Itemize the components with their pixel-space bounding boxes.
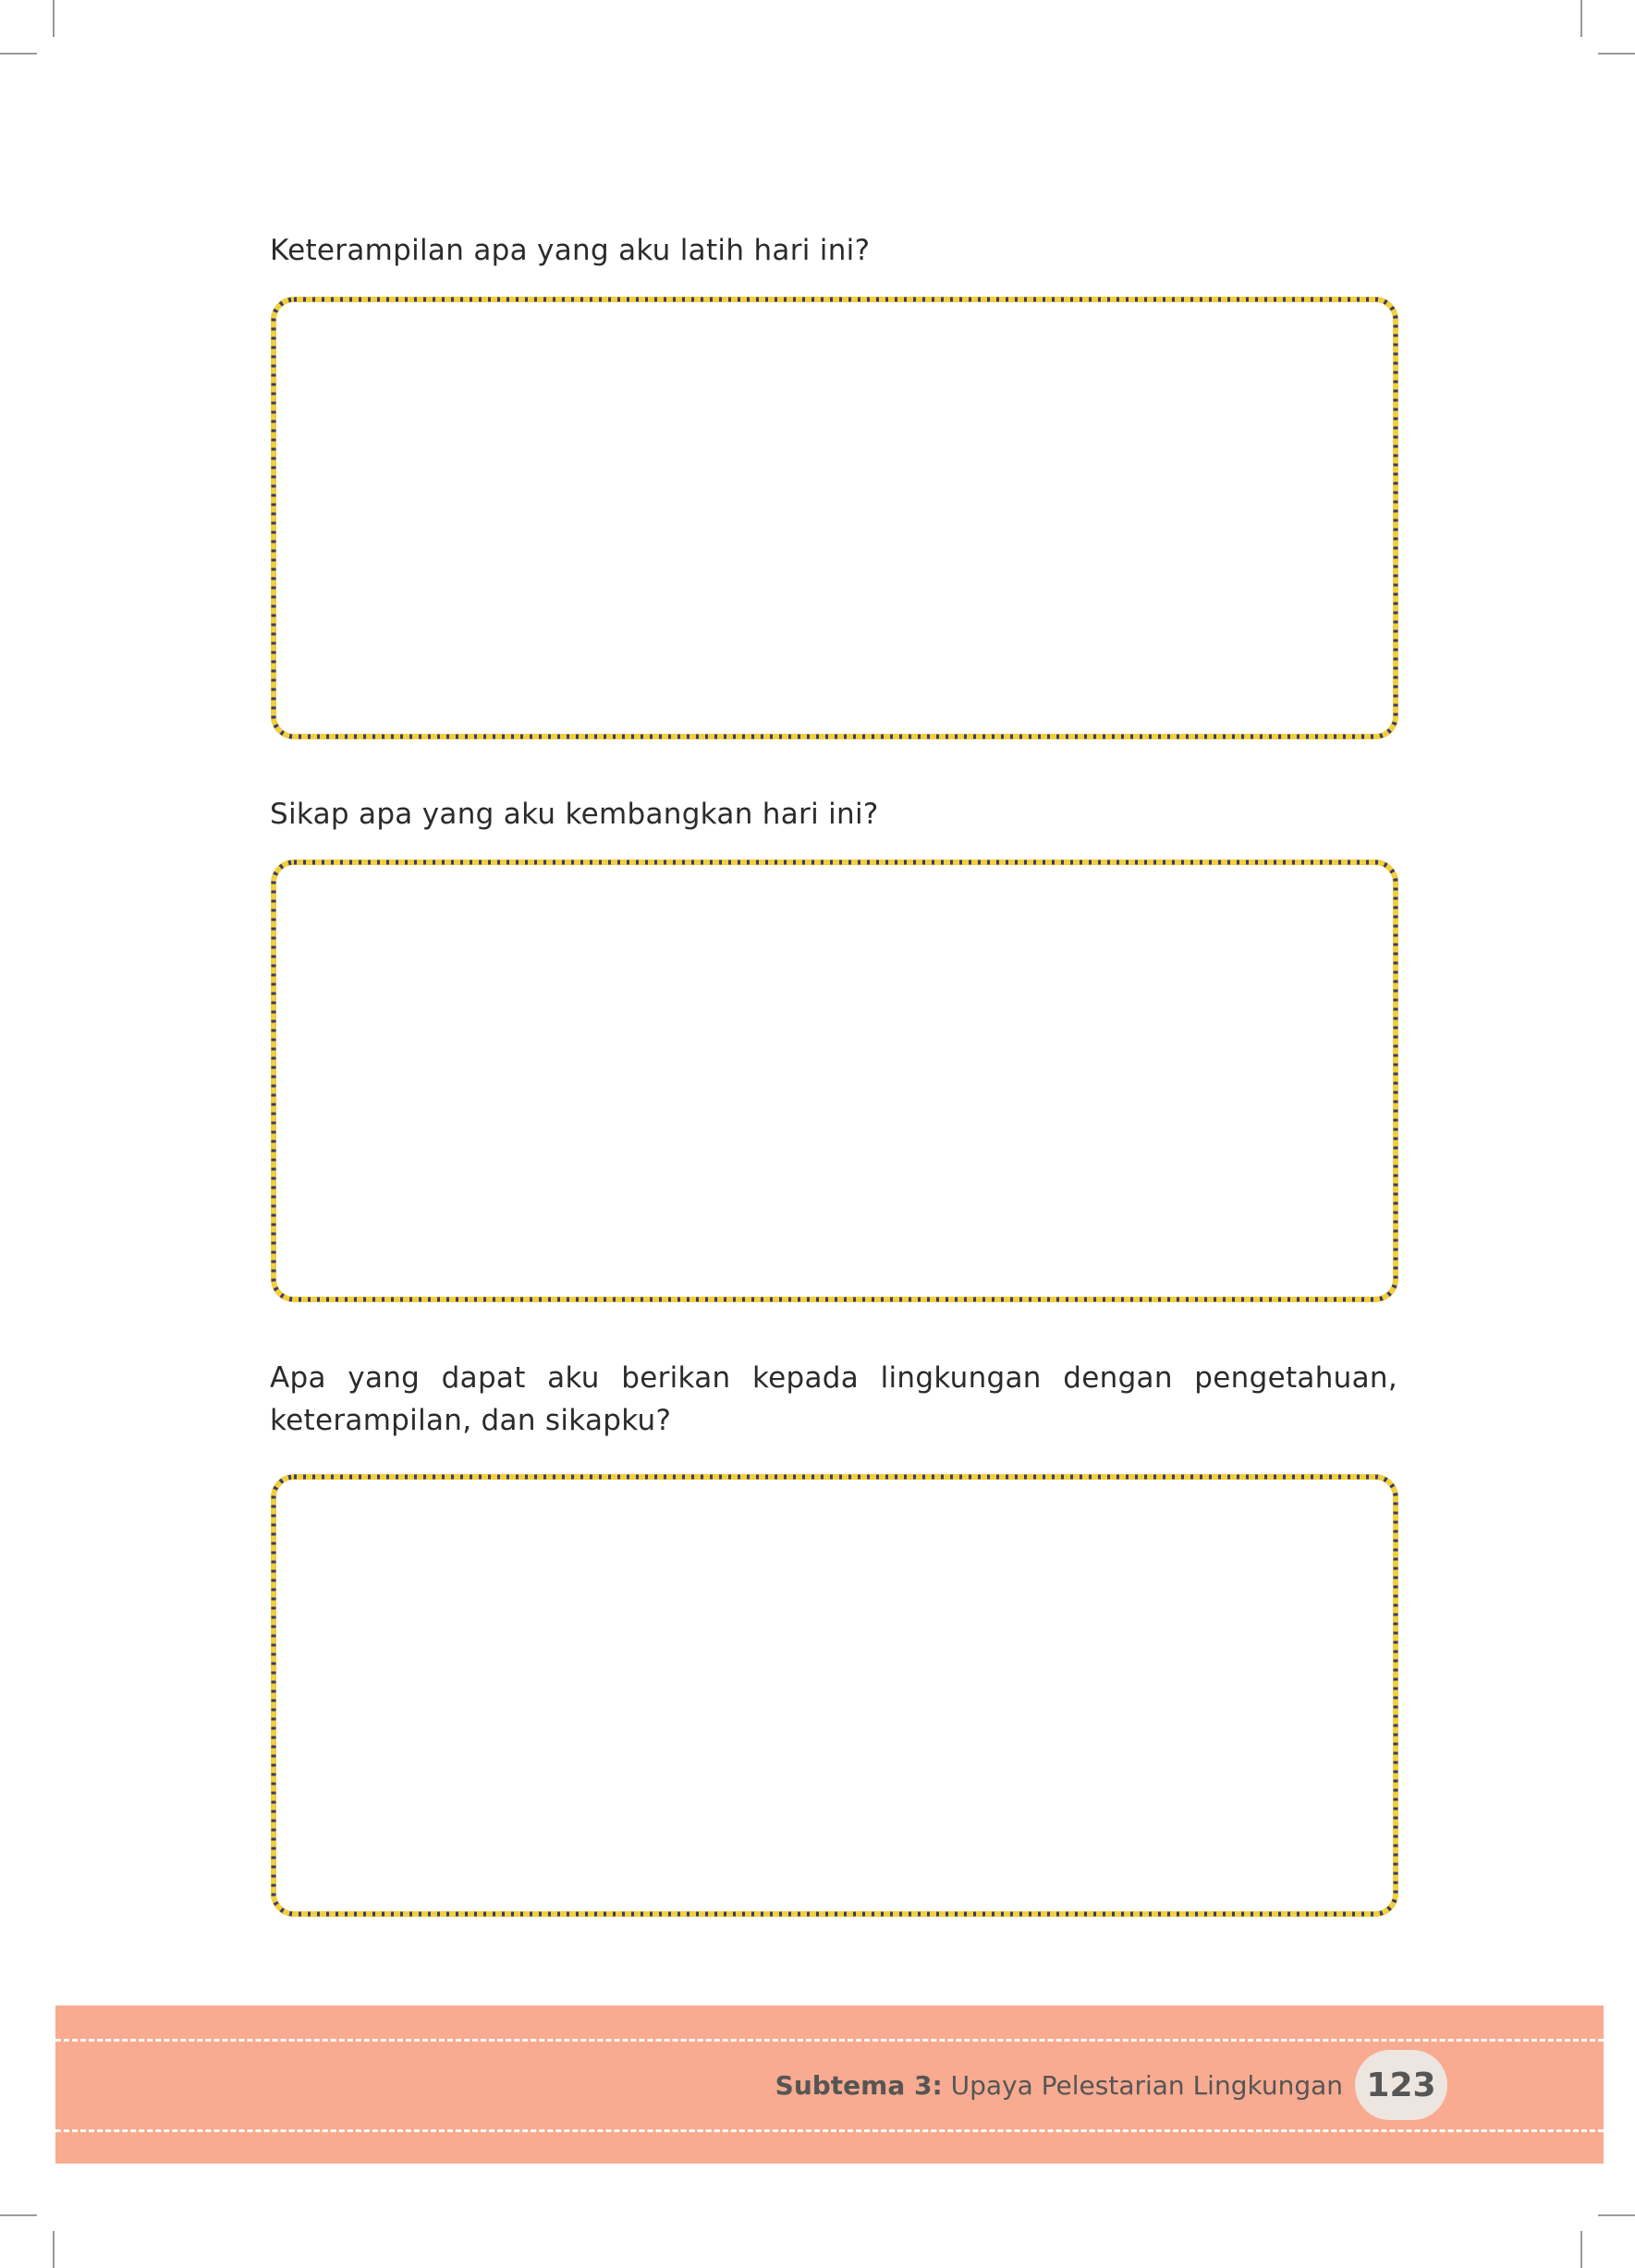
answer-box-border: [271, 1474, 1398, 1917]
page-number: 123: [1355, 2050, 1447, 2120]
crop-mark: [0, 2214, 37, 2216]
crop-mark: [1580, 0, 1582, 37]
question-2: Sikap apa yang aku kembangkan hari ini?: [270, 798, 879, 831]
answer-box-border: [271, 297, 1398, 739]
crop-mark: [1598, 53, 1635, 55]
answer-box-2[interactable]: [271, 860, 1398, 1302]
crop-mark: [0, 53, 37, 55]
question-1: Keterampilan apa yang aku latih hari ini…: [270, 234, 871, 267]
footer-subtheme: Subtema 3: Upaya Pelestarian Lingkungan: [775, 2070, 1343, 2102]
question-3: Apa yang dapat aku berikan kepada lingku…: [270, 1361, 1397, 1437]
footer-dashed-line-top: [55, 2039, 1604, 2042]
answer-box-1[interactable]: [271, 297, 1398, 739]
footer-dashed-line-bottom: [55, 2129, 1604, 2132]
subtheme-title: Upaya Pelestarian Lingkungan: [950, 2070, 1343, 2101]
answer-box-border: [271, 860, 1398, 1302]
crop-mark: [53, 2231, 55, 2268]
crop-mark: [1598, 2214, 1635, 2216]
subtheme-label: Subtema 3:: [775, 2070, 943, 2101]
page-footer: Subtema 3: Upaya Pelestarian Lingkungan …: [55, 2006, 1604, 2164]
crop-mark: [53, 0, 55, 37]
answer-box-3[interactable]: [271, 1474, 1398, 1917]
crop-mark: [1580, 2231, 1582, 2268]
